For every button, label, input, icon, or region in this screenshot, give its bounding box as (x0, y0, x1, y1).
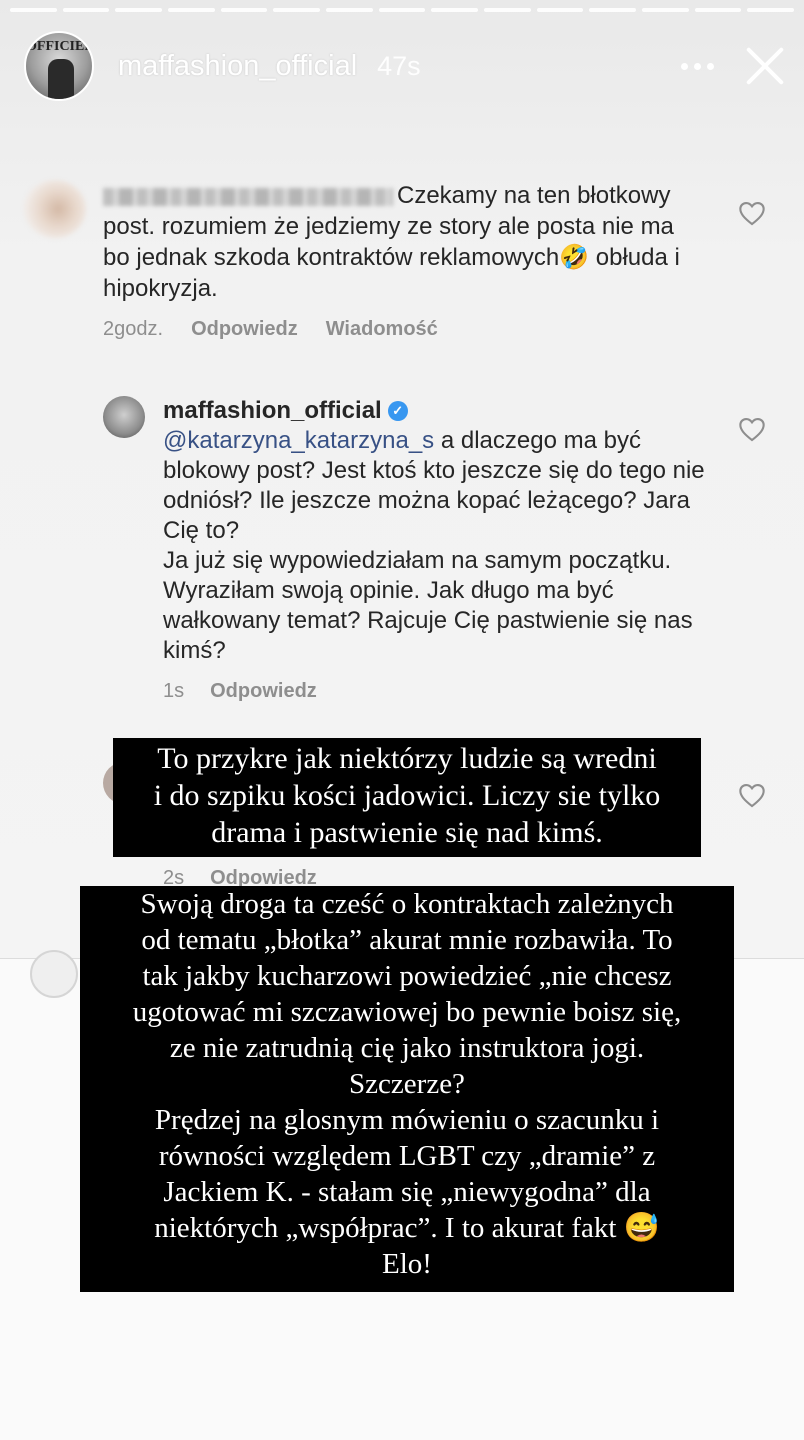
story-progress-bar (10, 8, 795, 12)
progress-segment (168, 8, 215, 12)
reply-meta: 1s Odpowiedz (163, 680, 780, 703)
reply-username[interactable]: maffashion_official (163, 396, 382, 426)
story-elapsed-time: 47s (377, 50, 421, 81)
next-comment-avatar (30, 950, 78, 998)
message-button[interactable]: Wiadomość (326, 318, 438, 341)
progress-segment (10, 8, 57, 12)
reply-mention[interactable]: @katarzyna_katarzyna_s (163, 427, 434, 454)
comment-time: 2godz. (103, 318, 164, 340)
progress-segment (484, 8, 531, 12)
progress-segment (378, 8, 426, 12)
reply-time: 1s (163, 680, 185, 702)
caption-1-text: To przykre jak niektórzy ludzie są wredn… (153, 742, 661, 849)
progress-segment (536, 8, 584, 12)
reply-body: maffashion_official ✓ @katarzyna_katarzyn… (163, 396, 723, 666)
progress-segment (62, 8, 110, 12)
caption-2-text: Swoją droga ta cześć o kontraktach zależ… (132, 888, 682, 1280)
progress-segment (115, 8, 163, 12)
story-username[interactable]: maffashion_official (118, 50, 357, 83)
close-icon[interactable] (742, 43, 788, 89)
avatar-figure (48, 59, 74, 99)
progress-segment (220, 8, 268, 12)
reply-username-wrap: maffashion_official ✓ (163, 396, 408, 426)
progress-segment (431, 8, 479, 12)
progress-segment (747, 8, 795, 12)
like-heart-icon[interactable] (738, 200, 766, 226)
progress-segment (694, 8, 742, 12)
comment: Czekamy na ten błotkowy post. rozumiem ż… (24, 180, 780, 341)
reply-like-heart-icon[interactable] (738, 416, 766, 442)
story-author-avatar[interactable]: OFFICIEL (24, 31, 94, 101)
verified-badge-icon: ✓ (387, 401, 408, 421)
comment-meta: 2godz. Odpowiedz Wiadomość (103, 318, 780, 341)
reply-author-avatar[interactable] (103, 396, 145, 438)
more-options-icon[interactable] (681, 62, 714, 70)
progress-segment (642, 8, 689, 12)
reply-reply-button[interactable]: Odpowiedz (210, 680, 317, 703)
story-header: OFFICIEL maffashion_official 47s (24, 30, 788, 102)
progress-segment (273, 8, 321, 12)
progress-segment (589, 8, 637, 12)
commenter-name-blurred (103, 187, 393, 206)
avatar-logo-text: OFFICIEL (26, 39, 94, 54)
reply-comment: maffashion_official ✓ @katarzyna_katarzyn… (103, 396, 780, 703)
reply-button[interactable]: Odpowiedz (191, 318, 298, 341)
reply-text-part2: Ja już się wypowiedziałam na samym począ… (163, 547, 693, 664)
covered-like-heart-icon[interactable] (738, 782, 766, 808)
story-caption-2: Swoją droga ta cześć o kontraktach zależ… (80, 886, 734, 1292)
story-caption-1: To przykre jak niektórzy ludzie są wredn… (113, 738, 701, 857)
comment-body: Czekamy na ten błotkowy post. rozumiem ż… (103, 180, 703, 304)
commenter-avatar-blurred (24, 180, 86, 238)
progress-segment (326, 8, 373, 12)
